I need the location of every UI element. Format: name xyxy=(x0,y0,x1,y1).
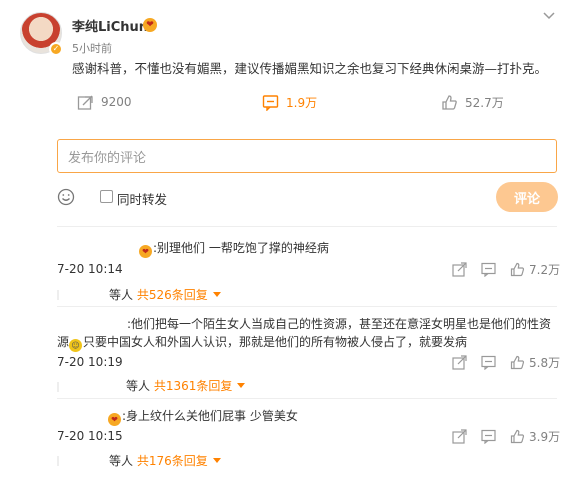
like-count: 52.7万 xyxy=(465,95,504,110)
repost-button[interactable]: 9200 xyxy=(77,92,132,112)
emoji-icon[interactable] xyxy=(57,188,75,206)
share-icon[interactable] xyxy=(452,262,467,277)
comment-actions: 7.2万 xyxy=(452,261,560,278)
comment-input[interactable]: 发布你的评论 xyxy=(57,139,557,173)
comment-time: 7-20 10:14 xyxy=(57,262,123,276)
reply-icon[interactable] xyxy=(481,429,496,444)
divider xyxy=(57,306,557,307)
comment-time: 7-20 10:15 xyxy=(57,429,123,443)
comment-like-count: 5.8万 xyxy=(529,356,561,370)
post-time[interactable]: 5小时前 xyxy=(72,40,112,56)
comment-button[interactable]: 1.9万 xyxy=(262,92,317,112)
reply-thread-line xyxy=(57,290,59,300)
divider xyxy=(57,398,557,399)
verified-badge-icon: ✓ xyxy=(49,42,63,56)
like-icon[interactable] xyxy=(510,355,525,370)
post-username[interactable]: 李纯LiChun xyxy=(72,16,148,35)
reply-thread-line xyxy=(57,382,59,392)
like-button[interactable]: 52.7万 xyxy=(441,92,504,112)
repost-icon xyxy=(77,95,93,110)
heart-eyes-emoji-icon: ❤ xyxy=(139,245,152,258)
reply-icon[interactable] xyxy=(481,355,496,370)
comment-like-count: 3.9万 xyxy=(529,430,561,444)
comment-time: 7-20 10:19 xyxy=(57,355,123,369)
like-icon xyxy=(442,94,457,110)
vip-emoji-icon: ❤ xyxy=(143,18,157,32)
like-icon[interactable] xyxy=(510,262,525,277)
comment-icon xyxy=(262,94,279,111)
sweat-smile-emoji-icon: ☺ xyxy=(69,339,83,352)
submit-comment-button[interactable]: 评论 xyxy=(496,182,558,212)
divider xyxy=(57,226,557,227)
caret-down-icon xyxy=(237,383,246,388)
repost-checkbox-label[interactable]: 同时转发 xyxy=(117,189,167,208)
comment-actions: 5.8万 xyxy=(452,354,560,371)
comment-text: ❤:别理他们 一帮吃饱了撑的神经病 xyxy=(139,239,329,258)
repost-checkbox[interactable] xyxy=(100,190,113,203)
post-text: 感谢科普，不懂也没有媚黑，建议传播媚黑知识之余也复习下经典休闲桌游—打扑克。 xyxy=(72,61,548,76)
like-icon[interactable] xyxy=(510,429,525,444)
reply-summary[interactable]: 等人 共1361条回复 xyxy=(126,377,246,394)
caret-down-icon xyxy=(212,458,221,463)
chevron-down-icon[interactable] xyxy=(541,8,557,24)
heart-eyes-emoji-icon: ❤ xyxy=(108,413,121,426)
comment-text: ❤:身上纹什么关他们屁事 少管美女 xyxy=(108,407,298,426)
reply-thread-line xyxy=(57,456,59,466)
reply-summary[interactable]: 等人 共176条回复 xyxy=(109,452,221,469)
repost-count: 9200 xyxy=(101,95,132,109)
comment-like-count: 7.2万 xyxy=(529,263,561,277)
share-icon[interactable] xyxy=(452,355,467,370)
caret-down-icon xyxy=(212,292,221,297)
reply-summary[interactable]: 等人 共526条回复 xyxy=(109,286,221,303)
comment-count: 1.9万 xyxy=(286,95,318,110)
comment-actions: 3.9万 xyxy=(452,428,560,445)
comment-text: :他们把每一个陌生女人当成自己的性资源，甚至还在意淫女明星也是他们的性资 源 ☺ 只… xyxy=(57,317,552,352)
share-icon[interactable] xyxy=(452,429,467,444)
reply-icon[interactable] xyxy=(481,262,496,277)
